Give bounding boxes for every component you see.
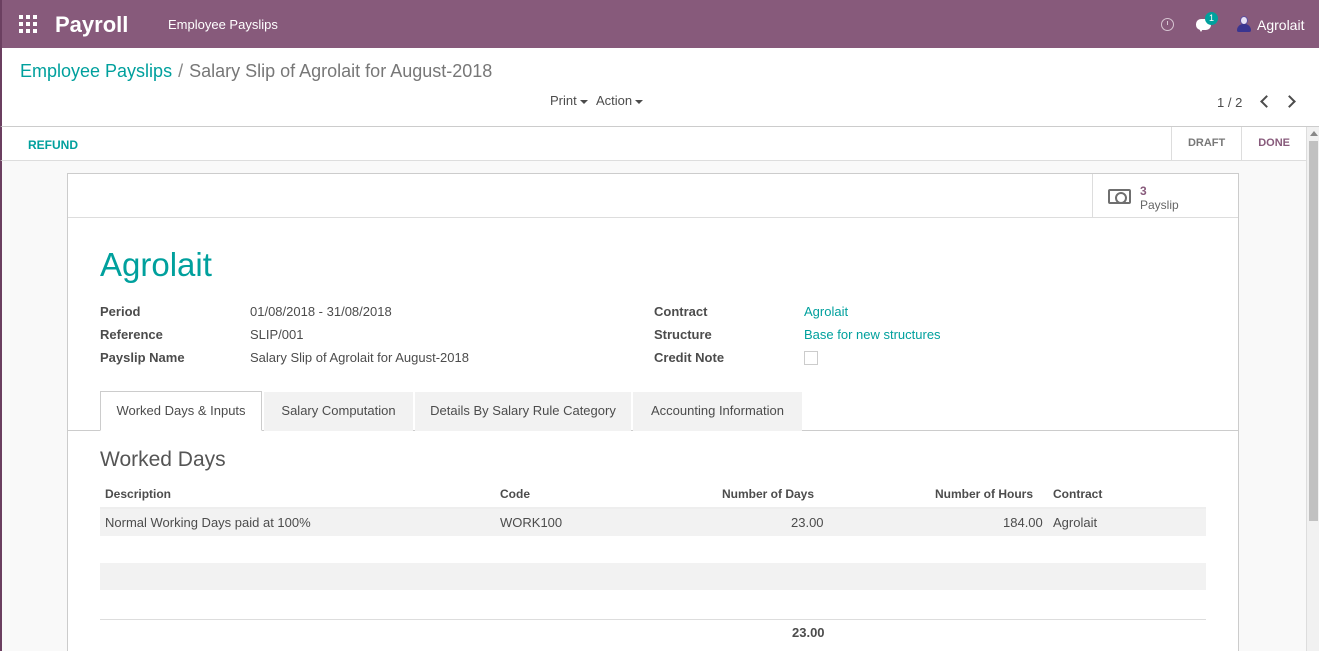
chat-badge: 1 xyxy=(1205,12,1218,25)
chevron-right-icon[interactable] xyxy=(1283,93,1299,109)
table-row-empty xyxy=(100,563,1206,590)
refund-button[interactable]: REFUND xyxy=(28,138,78,152)
tab-salary-computation[interactable]: Salary Computation xyxy=(264,392,413,431)
status-draft[interactable]: DRAFT xyxy=(1172,127,1243,160)
breadcrumb-separator: / xyxy=(178,61,184,81)
pager-value[interactable]: 1 / 2 xyxy=(1217,95,1242,110)
column-number-of-hours[interactable]: Number of Hours xyxy=(935,487,1033,501)
print-label: Print xyxy=(550,93,577,108)
reference-value: SLIP/001 xyxy=(250,327,304,342)
form-sheet: 3 Payslip Agrolait Period 01/08/2018 - 3… xyxy=(67,173,1239,651)
scrollbar[interactable] xyxy=(1306,127,1319,651)
payslip-name-label: Payslip Name xyxy=(100,350,185,365)
record-title: Agrolait xyxy=(100,246,212,283)
scroll-up-icon[interactable] xyxy=(1310,131,1318,136)
money-icon xyxy=(1108,189,1131,204)
column-code[interactable]: Code xyxy=(500,487,530,501)
structure-label: Structure xyxy=(654,327,712,342)
breadcrumb-parent[interactable]: Employee Payslips xyxy=(20,61,172,81)
payslip-label: Payslip xyxy=(1140,198,1179,212)
button-box: 3 Payslip xyxy=(68,174,1238,218)
clock-icon[interactable] xyxy=(1161,18,1174,31)
notebook-tabs: Worked Days & Inputs Salary Computation … xyxy=(68,391,1238,431)
total-number-of-days: 23.00 xyxy=(792,625,825,640)
menu-employee-payslips[interactable]: Employee Payslips xyxy=(168,17,278,32)
breadcrumb-current: Salary Slip of Agrolait for August-2018 xyxy=(189,61,493,81)
row-code: WORK100 xyxy=(500,515,563,530)
contract-label: Contract xyxy=(654,304,708,319)
tab-accounting-information[interactable]: Accounting Information xyxy=(633,392,802,431)
row-contract: Agrolait xyxy=(1053,515,1098,530)
column-description[interactable]: Description xyxy=(105,487,171,501)
credit-note-checkbox[interactable] xyxy=(804,351,818,365)
column-number-of-days[interactable]: Number of Days xyxy=(722,487,814,501)
user-menu[interactable]: Agrolait xyxy=(1257,17,1304,33)
control-panel: Employee Payslips / Salary Slip of Agrolai… xyxy=(0,48,1319,127)
period-label: Period xyxy=(100,304,141,319)
row-number-of-days: 23.00 xyxy=(791,515,824,530)
scroll-thumb[interactable] xyxy=(1309,141,1318,521)
app-title[interactable]: Payroll xyxy=(55,12,128,38)
action-label: Action xyxy=(596,93,633,108)
status-done[interactable]: DONE xyxy=(1242,127,1306,160)
payslip-count: 3 xyxy=(1140,184,1147,198)
status-steps: DRAFT DONE xyxy=(1170,127,1306,160)
reference-label: Reference xyxy=(100,327,163,342)
column-contract[interactable]: Contract xyxy=(1053,487,1102,501)
chevron-left-icon[interactable] xyxy=(1256,93,1272,109)
payslip-stat-button[interactable]: 3 Payslip xyxy=(1092,174,1238,217)
contract-link[interactable]: Agrolait xyxy=(804,304,848,319)
top-navbar: Payroll Employee Payslips xyxy=(0,0,1319,48)
tab-worked-days-inputs[interactable]: Worked Days & Inputs xyxy=(100,391,262,431)
structure-link[interactable]: Base for new structures xyxy=(804,327,941,342)
apps-icon[interactable] xyxy=(19,15,37,33)
statusbar: REFUND DRAFT DONE xyxy=(0,127,1306,161)
payslip-name-value: Salary Slip of Agrolait for August-2018 xyxy=(250,350,469,365)
user-avatar-icon[interactable] xyxy=(1237,16,1251,32)
period-value: 01/08/2018 - 31/08/2018 xyxy=(250,304,392,319)
window-edge xyxy=(0,161,2,651)
caret-down-icon xyxy=(579,99,588,104)
breadcrumb: Employee Payslips / Salary Slip of Agrolai… xyxy=(20,61,492,82)
row-description: Normal Working Days paid at 100% xyxy=(105,515,311,530)
caret-down-icon xyxy=(635,99,644,104)
credit-note-label: Credit Note xyxy=(654,350,725,365)
table-footer-divider xyxy=(100,619,1206,620)
tab-details-by-salary-rule-category[interactable]: Details By Salary Rule Category xyxy=(415,392,631,431)
print-dropdown[interactable]: Print xyxy=(550,93,588,108)
section-title: Worked Days xyxy=(100,448,226,471)
action-dropdown[interactable]: Action xyxy=(596,93,644,108)
row-number-of-hours: 184.00 xyxy=(1003,515,1043,530)
